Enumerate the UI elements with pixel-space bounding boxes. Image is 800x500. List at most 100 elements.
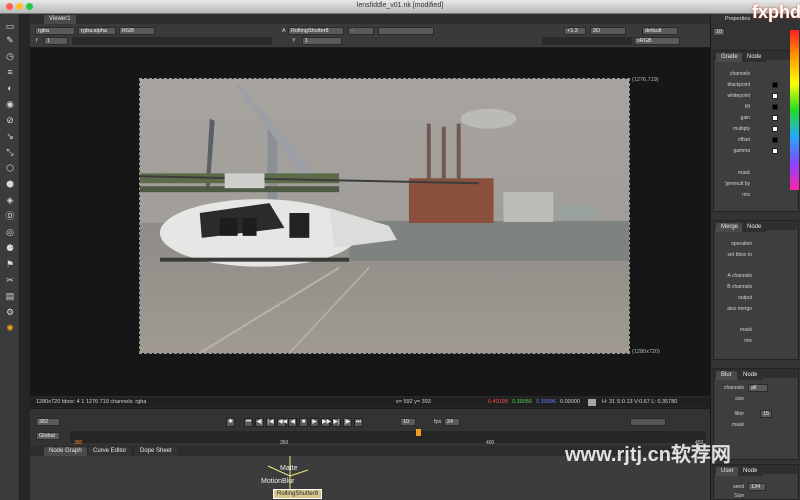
- gamma-swatch[interactable]: [772, 148, 778, 154]
- input-b-node-dropdown[interactable]: [378, 27, 434, 35]
- multiply-swatch[interactable]: [772, 126, 778, 132]
- fps-label: fps: [434, 419, 442, 425]
- playback-range-slider[interactable]: [630, 418, 666, 426]
- gain-slider[interactable]: [72, 37, 272, 45]
- seed-label: seed: [733, 484, 744, 490]
- lut-dropdown[interactable]: default: [642, 27, 678, 35]
- pixel-color-swatch: [588, 399, 596, 406]
- current-frame-field[interactable]: 382: [36, 418, 60, 426]
- transport-button[interactable]: ▶|: [332, 418, 341, 427]
- motionblur-node[interactable]: MotionBlur: [261, 478, 294, 485]
- tab-viewer1[interactable]: Viewer1: [44, 15, 76, 24]
- tab-node-graph[interactable]: Node Graph: [44, 447, 87, 456]
- offset-swatch[interactable]: [772, 137, 778, 143]
- transport-button[interactable]: ◀: [288, 418, 297, 427]
- frame-field-label: f: [36, 38, 38, 44]
- merge-tool-icon[interactable]: ↘: [4, 130, 16, 142]
- tab-blur-node[interactable]: Node: [738, 371, 763, 380]
- other-tool-icon[interactable]: ▤: [4, 290, 16, 302]
- timeline-scope-dropdown[interactable]: Global: [36, 432, 60, 440]
- eye-tool-icon[interactable]: ◎: [4, 226, 16, 238]
- furnace-tool-icon[interactable]: ⚙: [4, 306, 16, 318]
- transport-button[interactable]: |◀: [266, 418, 275, 427]
- red-value: 0.40199: [488, 399, 508, 405]
- whitepoint-swatch[interactable]: [772, 93, 778, 99]
- play-backward-icon[interactable]: ✱: [226, 418, 235, 427]
- transport-button[interactable]: ◀|: [255, 418, 264, 427]
- blur-channels-dropdown[interactable]: all: [748, 384, 768, 392]
- color-picker-strip[interactable]: [790, 30, 799, 190]
- zoom-controls[interactable]: [542, 37, 632, 45]
- draw-tool-icon[interactable]: ✎: [4, 34, 16, 46]
- blackpoint-swatch[interactable]: [772, 82, 778, 88]
- 3d-tool-icon[interactable]: ⬡: [4, 162, 16, 174]
- lift-swatch[interactable]: [772, 104, 778, 110]
- max-panels-field[interactable]: 10: [713, 28, 725, 36]
- tab-blur[interactable]: Blur: [716, 371, 737, 380]
- image-tool-icon[interactable]: ▭: [4, 20, 16, 32]
- tab-dope-sheet[interactable]: Dope Sheet: [135, 447, 177, 456]
- tab-merge-node[interactable]: Node: [742, 223, 767, 232]
- transport-button[interactable]: ◀◀: [277, 418, 287, 427]
- time-tool-icon[interactable]: ◷: [4, 50, 16, 62]
- gain-swatch[interactable]: [772, 115, 778, 121]
- tab-grade-node[interactable]: Node: [742, 53, 767, 62]
- transport-button[interactable]: ▶: [310, 418, 319, 427]
- merge-panel: Merge Node operation set bbox to A chann…: [713, 220, 799, 360]
- also-merge-label: also merge: [727, 306, 752, 312]
- window-title-bar: lensfiddle_v01.nk [modified]: [0, 0, 800, 14]
- particles-tool-icon[interactable]: ⚈: [4, 242, 16, 254]
- y-label: Y: [292, 38, 296, 44]
- helicopter-plate-image: [140, 79, 629, 353]
- fps-field[interactable]: 24: [444, 418, 460, 426]
- tab-user[interactable]: User: [716, 467, 739, 476]
- metadata-tool-icon[interactable]: ◈: [4, 194, 16, 206]
- tab-user-node[interactable]: Node: [738, 467, 763, 476]
- playhead-marker[interactable]: [416, 429, 421, 436]
- nuke-logo-icon[interactable]: ✺: [4, 322, 16, 334]
- operation-label: operation: [731, 241, 752, 247]
- gain-label: gain: [740, 115, 750, 121]
- tab-grade[interactable]: Grade: [716, 53, 743, 62]
- view-mode-dropdown[interactable]: 2D: [590, 27, 626, 35]
- input-a-dropdown[interactable]: RollingShutter8: [288, 27, 344, 35]
- channel-tool-icon[interactable]: ≡: [4, 66, 16, 78]
- transport-button[interactable]: |▶: [343, 418, 352, 427]
- tab-merge[interactable]: Merge: [716, 223, 744, 232]
- channels-dropdown[interactable]: rgba: [35, 27, 75, 35]
- transport-button[interactable]: ■: [299, 418, 308, 427]
- blur-size-label: size: [735, 396, 744, 402]
- display-dropdown[interactable]: RGB: [119, 27, 155, 35]
- colorspace-dropdown[interactable]: sRGB: [634, 37, 680, 45]
- grade-mix-label: mix: [742, 192, 750, 198]
- transport-button[interactable]: ▶▶: [321, 418, 331, 427]
- grade-panel: Grade Node channels blackpoint whitepoin…: [713, 50, 799, 212]
- filter-tool-icon[interactable]: ◉: [4, 98, 16, 110]
- frame-field[interactable]: 1: [44, 37, 68, 45]
- output-label: output: [738, 295, 752, 301]
- gain-field[interactable]: +1.3: [564, 27, 586, 35]
- views-tool-icon[interactable]: ⬢: [4, 178, 16, 190]
- b-channels-label: B channels: [727, 284, 752, 290]
- tab-curve-editor[interactable]: Curve Editor: [88, 447, 132, 456]
- keyer-tool-icon[interactable]: ⊘: [4, 114, 16, 126]
- transport-button[interactable]: ⏭: [354, 418, 363, 427]
- transform-tool-icon[interactable]: ⤡: [4, 146, 16, 158]
- frame-step-field[interactable]: 10: [400, 418, 416, 426]
- blur-filter-field[interactable]: 15: [760, 410, 772, 418]
- alpha-dropdown[interactable]: rgba.alpha: [78, 27, 116, 35]
- site-watermark: www.rjtj.cn软荐网: [565, 444, 731, 466]
- gizmo-tool-icon[interactable]: ✂: [4, 274, 16, 286]
- offset-label: offset: [737, 137, 750, 143]
- transport-button[interactable]: ⏮: [244, 418, 253, 427]
- gamma-label: gamma: [733, 148, 750, 154]
- y-field[interactable]: 1: [302, 37, 342, 45]
- deep-tool-icon[interactable]: Ⓓ: [4, 210, 16, 222]
- toolsets-tool-icon[interactable]: ⚑: [4, 258, 16, 270]
- color-tool-icon[interactable]: ◐: [4, 82, 16, 94]
- matte-node[interactable]: Matte: [280, 465, 298, 472]
- seed-field[interactable]: 134: [748, 483, 766, 491]
- input-b-dropdown[interactable]: -: [348, 27, 374, 35]
- viewer-tab-bar: Viewer1: [30, 14, 710, 24]
- rollingshutter8-node[interactable]: RollingShutter8: [273, 489, 323, 499]
